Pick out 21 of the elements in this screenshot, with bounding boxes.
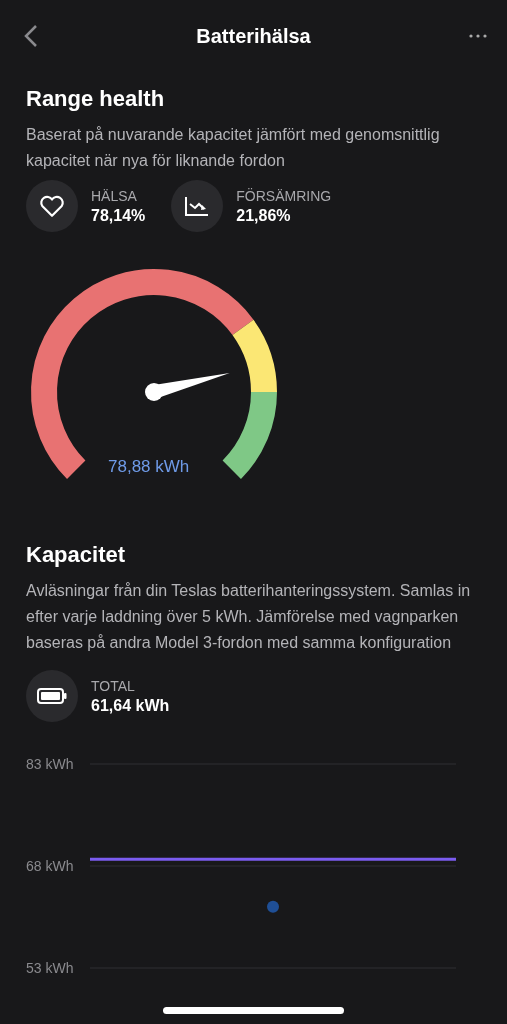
axis-label: 83 kWh [26,756,74,772]
back-icon[interactable] [24,24,38,48]
axis-label: 68 kWh [26,858,74,874]
axis-label: 53 kWh [26,960,74,976]
heart-icon [39,194,65,218]
section-title: Kapacitet [26,542,127,568]
data-point [267,900,279,913]
section-description: Baserat på nuvarande kapacitet jämfört med genomsnittlig kapacitet när nya för liknande fordon [26,125,441,171]
stat-value: 61,64 kWh [91,696,170,715]
section-title: Range health [26,86,166,112]
stat-label: HÄLSA [91,187,138,204]
battery-icon [37,688,67,704]
stat-label: TOTAL [91,677,136,694]
stat-label: FÖRSÄMRING [236,187,332,204]
gauge-reading: 78,88 kWh [108,457,190,477]
section-description: Avläsningar från din Teslas batterihanteringssystem. Samlas in efter varje laddning över 5 kWh. Jämförelse med vagnparken baseras på andra Model 3-fordon med samma konfiguration [26,581,472,653]
page-title: Batterihälsa [196,24,311,48]
stat-value: 21,86% [236,206,292,225]
stat-value: 78,14% [91,206,146,225]
more-icon[interactable] [469,34,487,38]
chart-down-icon [184,195,211,217]
